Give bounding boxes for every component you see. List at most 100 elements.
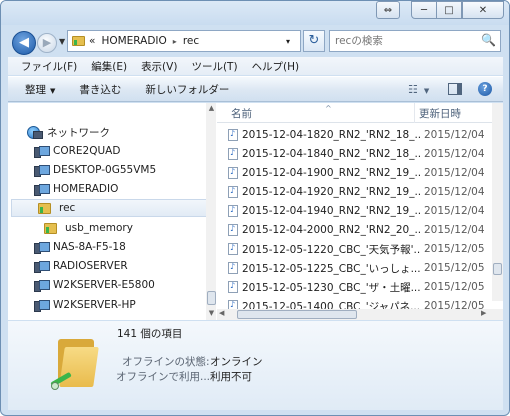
folder-icon — [72, 36, 85, 46]
file-row[interactable]: 2015-12-04-1900_RN2_'RN2_19_... 2015/12/0… — [217, 164, 503, 182]
list-scroll-thumb[interactable] — [493, 263, 502, 275]
list-hscroll-thumb[interactable] — [237, 310, 357, 319]
file-list: ^ 名前 更新日時 2015-12-04-1820_RN2_'RN2_18_...… — [217, 103, 503, 320]
resize-icon[interactable]: ⇔ — [376, 1, 400, 19]
menu-tools[interactable]: ツール(T) — [191, 59, 237, 74]
sort-arrow-icon: ^ — [325, 104, 332, 113]
sidebar-item-usb-memory[interactable]: usb_memory — [44, 219, 133, 237]
sidebar-item-homeradio[interactable]: HOMERADIO — [34, 180, 118, 198]
sidebar-scrollbar[interactable]: ▲ ▼ — [206, 103, 216, 320]
file-row[interactable]: 2015-12-04-1940_RN2_'RN2_19_... 2015/12/0… — [217, 202, 503, 220]
column-name[interactable]: ^ 名前 — [217, 103, 415, 123]
file-name: 2015-12-04-1920_RN2_'RN2_19_... — [242, 186, 420, 198]
scroll-down-icon[interactable]: ▼ — [207, 309, 216, 317]
sidebar-item-label: W2KSERVER-HP — [53, 299, 136, 311]
audio-file-icon — [228, 224, 238, 236]
sidebar-item-core2quad[interactable]: CORE2QUAD — [34, 142, 120, 160]
file-date: 2015/12/04 — [424, 148, 485, 160]
sidebar-item-w2kserver-e5800[interactable]: W2KSERVER-E5800 — [34, 276, 155, 294]
menu-help[interactable]: ヘルプ(H) — [252, 59, 300, 74]
address-overflow[interactable]: « — [89, 35, 95, 47]
sidebar-item-w2kserver-hp[interactable]: W2KSERVER-HP — [34, 296, 136, 314]
organize-button[interactable]: 整理 ▼ — [25, 82, 55, 97]
file-date: 2015/12/04 — [424, 224, 485, 236]
chevron-down-icon: ▼ — [423, 87, 430, 95]
breadcrumb-homeradio[interactable]: HOMERADIO — [101, 35, 166, 47]
organize-label: 整理 — [25, 83, 46, 96]
file-row[interactable]: 2015-12-05-1225_CBC_'いっしょ... 2015/12/05 — [217, 259, 503, 277]
sidebar-item-label: RADIOSERVER — [53, 260, 128, 272]
shared-folder-icon — [38, 202, 51, 214]
scroll-left-icon[interactable]: ◀ — [219, 309, 224, 317]
file-row[interactable]: 2015-12-04-1840_RN2_'RN2_18_... 2015/12/0… — [217, 145, 503, 163]
search-icon[interactable]: 🔍 — [481, 33, 496, 47]
menu-file[interactable]: ファイル(F) — [21, 59, 77, 74]
chevron-down-icon: ▼ — [50, 86, 56, 95]
sidebar-item-label: DESKTOP-0G55VM5 — [53, 164, 157, 176]
scroll-right-icon[interactable]: ▶ — [481, 309, 486, 317]
file-name: 2015-12-04-2000_RN2_'RN2_20_... — [242, 224, 420, 236]
menu-edit[interactable]: 編集(E) — [91, 59, 127, 74]
sidebar-item-label: W2KSERVER-E5800 — [53, 279, 155, 291]
file-name: 2015-12-04-1820_RN2_'RN2_18_... — [242, 129, 420, 141]
back-button[interactable]: ◀ — [12, 31, 36, 55]
column-modified[interactable]: 更新日時 — [415, 103, 461, 123]
audio-file-icon — [228, 205, 238, 217]
breadcrumb-rec[interactable]: rec — [183, 35, 199, 47]
column-header: ^ 名前 更新日時 — [217, 103, 503, 123]
explorer-window: ⇔ ─ □ ✕ ◀ ▶ ▼ « HOMERADIO ▸ rec ▾ ↻ 🔍 ファ… — [0, 0, 510, 416]
forward-button[interactable]: ▶ — [37, 33, 57, 53]
close-button[interactable]: ✕ — [462, 1, 504, 19]
audio-file-icon — [228, 167, 238, 179]
sidebar-item-nas[interactable]: NAS-8A-F5-18 — [34, 238, 126, 256]
file-date: 2015/12/04 — [424, 167, 485, 179]
address-bar[interactable]: « HOMERADIO ▸ rec ▾ — [67, 30, 301, 52]
sidebar-item-label: rec — [59, 202, 76, 214]
computer-icon — [34, 261, 50, 273]
search-input[interactable] — [330, 31, 478, 51]
file-row[interactable]: 2015-12-04-1920_RN2_'RN2_19_... 2015/12/0… — [217, 183, 503, 201]
details-pane: 141 個の項目 オフラインの状態: オンライン オフラインで利用... 利用不… — [8, 321, 503, 410]
menu-view[interactable]: 表示(V) — [141, 59, 177, 74]
new-folder-button[interactable]: 新しいフォルダー — [145, 82, 229, 97]
sidebar-item-radioserver[interactable]: RADIOSERVER — [34, 257, 128, 275]
file-row[interactable]: 2015-12-04-1820_RN2_'RN2_18_... 2015/12/0… — [217, 126, 503, 144]
title-bar: ⇔ ─ □ ✕ — [1, 1, 509, 25]
file-date: 2015/12/05 — [424, 281, 485, 293]
sidebar-item-desktop[interactable]: DESKTOP-0G55VM5 — [34, 161, 156, 179]
offline-status-value: オンライン — [210, 356, 263, 368]
file-name: 2015-12-04-1900_RN2_'RN2_19_... — [242, 167, 420, 179]
recent-pages-dropdown[interactable]: ▼ — [59, 37, 65, 46]
maximize-button[interactable]: □ — [436, 1, 462, 19]
sidebar-item-label: ネットワーク — [47, 126, 110, 139]
file-name: 2015-12-05-1220_CBC_'天気予報'... — [242, 243, 420, 256]
list-vertical-scrollbar[interactable] — [492, 103, 503, 301]
audio-file-icon — [228, 281, 238, 293]
file-name: 2015-12-05-1230_CBC_'ザ・土曜... — [242, 281, 420, 294]
breadcrumb-separator-icon[interactable]: ▸ — [173, 37, 177, 46]
file-row[interactable]: 2015-12-05-1230_CBC_'ザ・土曜... 2015/12/05 — [217, 278, 503, 296]
minimize-button[interactable]: ─ — [411, 1, 437, 19]
file-date: 2015/12/05 — [424, 262, 485, 274]
burn-button[interactable]: 書き込む — [79, 82, 121, 97]
file-row[interactable]: 2015-12-05-1220_CBC_'天気予報'... 2015/12/05 — [217, 240, 503, 258]
audio-file-icon — [228, 262, 238, 274]
help-icon[interactable]: ? — [478, 82, 492, 96]
sidebar-scroll-thumb[interactable] — [207, 291, 216, 305]
file-date: 2015/12/04 — [424, 205, 485, 217]
refresh-button[interactable]: ↻ — [303, 30, 325, 52]
sidebar-item-network[interactable]: ネットワーク — [27, 123, 110, 141]
change-view-button[interactable]: ☷ ▼ — [408, 83, 429, 96]
computer-icon — [34, 242, 50, 254]
sidebar-item-rec[interactable]: rec — [11, 199, 211, 217]
computer-icon — [34, 300, 50, 312]
preview-pane-icon[interactable] — [448, 83, 462, 95]
list-horizontal-scrollbar[interactable]: ◀ ▶ — [217, 309, 503, 320]
search-box[interactable]: 🔍 — [329, 30, 501, 52]
audio-file-icon — [228, 243, 238, 255]
shared-folder-icon — [48, 329, 99, 390]
file-date: 2015/12/04 — [424, 186, 485, 198]
address-dropdown-icon[interactable]: ▾ — [286, 37, 290, 46]
file-row[interactable]: 2015-12-04-2000_RN2_'RN2_20_... 2015/12/0… — [217, 221, 503, 239]
scroll-up-icon[interactable]: ▲ — [207, 104, 216, 112]
